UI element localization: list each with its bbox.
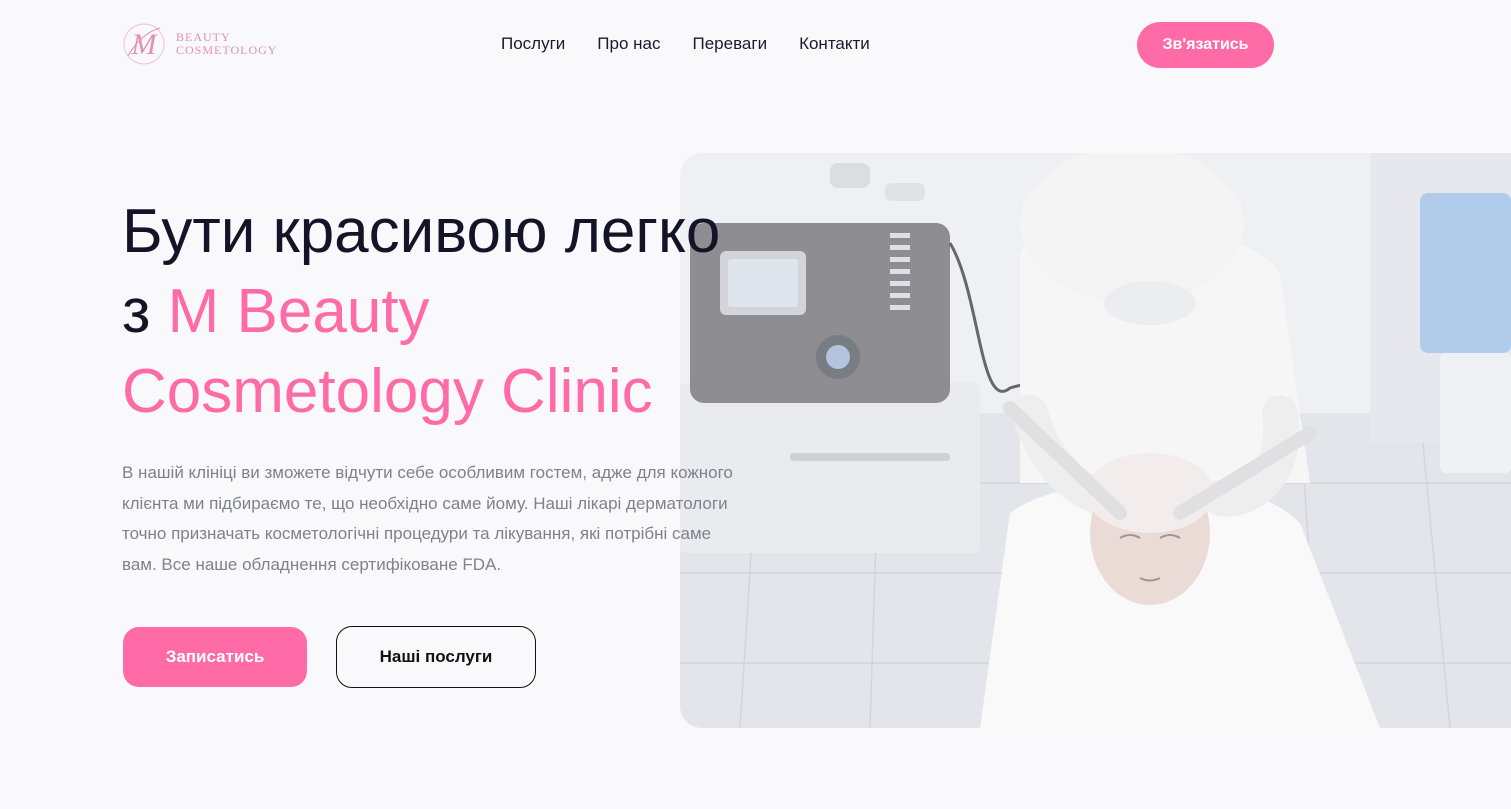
hero-photo bbox=[680, 153, 1511, 728]
logo-text: BEAUTY COSMETOLOGY bbox=[176, 31, 277, 57]
m-monogram-logo-icon: M bbox=[123, 23, 165, 65]
site-header: M BEAUTY COSMETOLOGY Послуги Про нас Пер… bbox=[0, 0, 1511, 90]
svg-text:M: M bbox=[131, 28, 159, 61]
nav-about[interactable]: Про нас bbox=[597, 34, 660, 54]
contact-button[interactable]: Зв'язатись bbox=[1137, 22, 1274, 68]
book-appointment-button[interactable]: Записатись bbox=[123, 627, 307, 687]
hero-title-prefix: з bbox=[122, 277, 168, 346]
our-services-button[interactable]: Наші послуги bbox=[336, 626, 536, 688]
hero-title-line-1: Бути красивою легко bbox=[122, 197, 721, 266]
hero-title-brand-line-1: M Beauty bbox=[167, 277, 430, 346]
nav-services[interactable]: Послуги bbox=[501, 34, 565, 54]
logo-line-2: COSMETOLOGY bbox=[176, 43, 278, 57]
nav-advantages[interactable]: Переваги bbox=[693, 34, 768, 54]
brand-logo[interactable]: M BEAUTY COSMETOLOGY bbox=[122, 22, 277, 66]
hero-title-brand-line-2: Cosmetology Clinic bbox=[122, 357, 653, 426]
hero-title: Бути красивою легко з M Beauty Cosmetolo… bbox=[122, 192, 762, 432]
nav-contacts[interactable]: Контакти bbox=[799, 34, 870, 54]
main-nav: Послуги Про нас Переваги Контакти bbox=[501, 34, 870, 54]
cosmetology-procedure-photo-icon bbox=[680, 153, 1511, 728]
hero-description: В нашій клініці ви зможете відчути себе … bbox=[122, 463, 733, 574]
